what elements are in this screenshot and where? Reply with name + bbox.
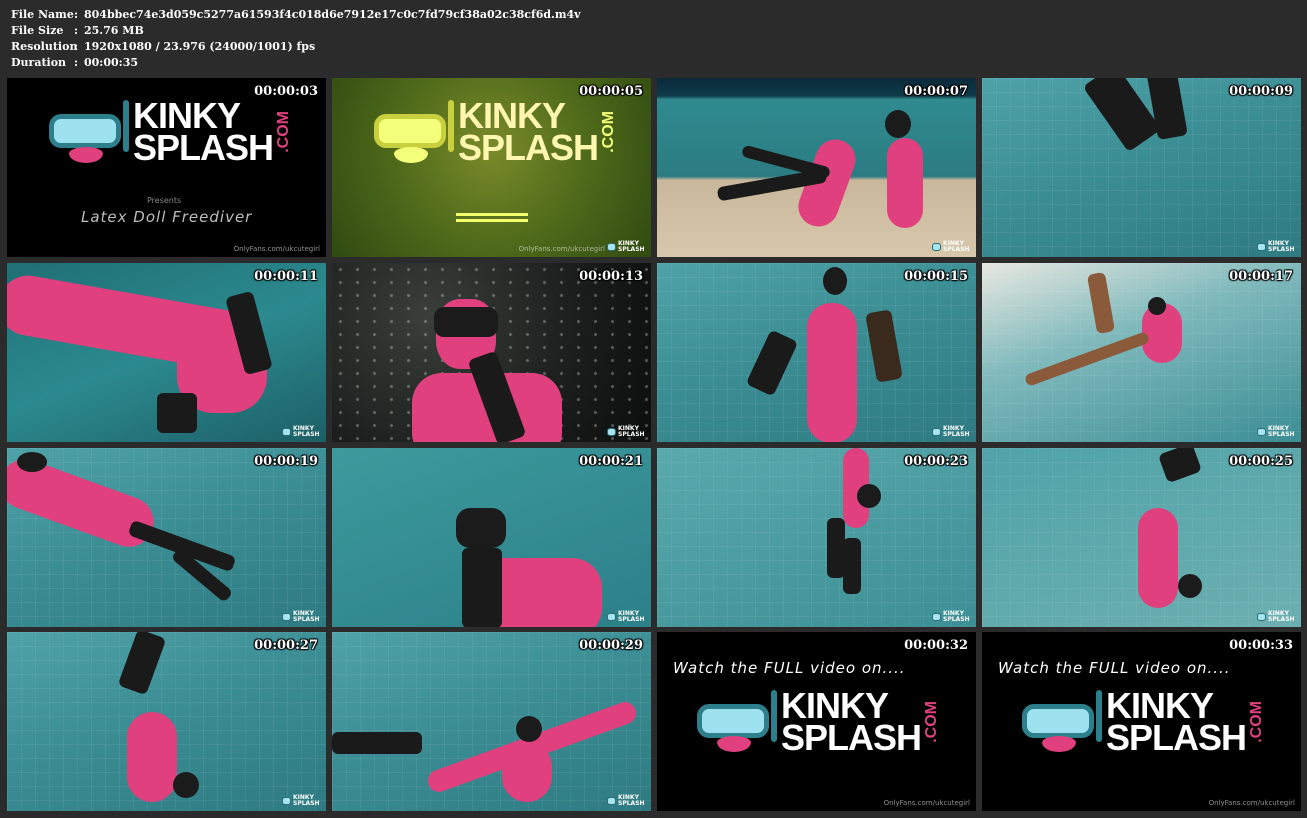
thumbnail[interactable]: KINKY SPLASH .COM Presents Latex Doll Fr… xyxy=(7,78,326,257)
timestamp: 00:00:32 xyxy=(904,638,968,653)
file-name-key: File Name xyxy=(11,8,74,21)
thumbnail[interactable]: KINKY SPLASH 00:00:15 xyxy=(657,263,976,442)
file-name-row: File Name : 804bbec74e3d059c5277a61593f4… xyxy=(11,7,581,23)
separator: : xyxy=(74,40,79,53)
corner-logo: KINKY SPLASH xyxy=(282,610,322,624)
corner-logo: KINKY SPLASH xyxy=(1257,610,1297,624)
file-size-key: File Size xyxy=(11,24,64,37)
logo-suffix: .COM xyxy=(600,111,618,153)
corner-logo: KINKY SPLASH xyxy=(932,240,972,254)
timestamp: 00:00:07 xyxy=(904,84,968,99)
thumbnail[interactable]: KINKY SPLASH 00:00:27 xyxy=(7,632,326,811)
thumbnail[interactable]: KINKY SPLASH 00:00:23 xyxy=(657,448,976,627)
watermark: OnlyFans.com/ukcutegirl xyxy=(883,799,970,807)
corner-logo: KINKY SPLASH xyxy=(282,425,322,439)
separator: : xyxy=(74,56,79,69)
separator: : xyxy=(74,8,79,21)
thumbnail[interactable]: KINKY SPLASH 00:00:17 xyxy=(982,263,1301,442)
thumbnail[interactable]: Watch the FULL video on.... KINKY SPLASH… xyxy=(982,632,1301,811)
timestamp: 00:00:17 xyxy=(1229,269,1293,284)
timestamp: 00:00:15 xyxy=(904,269,968,284)
cta-text: Watch the FULL video on.... xyxy=(998,659,1231,677)
resolution-value: 1920x1080 / 23.976 (24000/1001) fps xyxy=(84,40,316,53)
dive-mask-icon xyxy=(374,100,454,152)
corner-logo: KINKY SPLASH xyxy=(607,610,647,624)
duration-row: Duration : 00:00:35 xyxy=(11,55,581,71)
corner-logo: KINKY SPLASH xyxy=(607,240,647,254)
logo-line2: SPLASH xyxy=(781,717,922,758)
video-subtitle: Latex Doll Freediver xyxy=(81,208,253,226)
timestamp: 00:00:25 xyxy=(1229,454,1293,469)
file-info-panel: File Name : 804bbec74e3d059c5277a61593f4… xyxy=(11,7,581,71)
corner-logo: KINKY SPLASH xyxy=(1257,240,1297,254)
timestamp: 00:00:33 xyxy=(1229,638,1293,653)
file-size-value: 25.76 MB xyxy=(84,24,144,37)
resolution-row: Resolution : 1920x1080 / 23.976 (24000/1… xyxy=(11,39,581,55)
logo-line2: SPLASH xyxy=(458,127,599,168)
dive-mask-icon xyxy=(49,100,129,152)
thumbnail[interactable]: KINKY SPLASH 00:00:25 xyxy=(982,448,1301,627)
logo-suffix: .COM xyxy=(1248,701,1266,743)
thumbnail[interactable]: KINKY SPLASH 00:00:29 xyxy=(332,632,651,811)
thumbnail-grid: KINKY SPLASH .COM Presents Latex Doll Fr… xyxy=(7,78,1301,811)
watermark: OnlyFans.com/ukcutegirl xyxy=(518,245,605,253)
timestamp: 00:00:09 xyxy=(1229,84,1293,99)
logo-line2: SPLASH xyxy=(133,127,274,168)
separator: : xyxy=(74,24,79,37)
timestamp: 00:00:11 xyxy=(254,269,318,284)
thumbnail[interactable]: KINKY SPLASH 00:00:21 xyxy=(332,448,651,627)
duration-value: 00:00:35 xyxy=(84,56,139,69)
presents-text: Presents xyxy=(147,196,182,205)
corner-logo: KINKY SPLASH xyxy=(1257,425,1297,439)
watermark: OnlyFans.com/ukcutegirl xyxy=(233,245,320,253)
file-name-value: 804bbec74e3d059c5277a61593f4c018d6e7912e… xyxy=(84,8,581,21)
timestamp: 00:00:21 xyxy=(579,454,643,469)
corner-logo: KINKY SPLASH xyxy=(607,794,647,808)
logo-line2: SPLASH xyxy=(1106,717,1247,758)
logo-suffix: .COM xyxy=(923,701,941,743)
thumbnail[interactable]: KINKY SPLASH 00:00:13 xyxy=(332,263,651,442)
thumbnail[interactable]: KINKY SPLASH 00:00:07 xyxy=(657,78,976,257)
timestamp: 00:00:27 xyxy=(254,638,318,653)
watermark: OnlyFans.com/ukcutegirl xyxy=(1208,799,1295,807)
corner-logo: KINKY SPLASH xyxy=(282,794,322,808)
logo-suffix: .COM xyxy=(275,111,293,153)
thumbnail[interactable]: Watch the FULL video on.... KINKY SPLASH… xyxy=(657,632,976,811)
timestamp: 00:00:13 xyxy=(579,269,643,284)
timestamp: 00:00:03 xyxy=(254,84,318,99)
corner-logo: KINKY SPLASH xyxy=(932,425,972,439)
resolution-key: Resolution xyxy=(11,40,78,53)
corner-logo: KINKY SPLASH xyxy=(607,425,647,439)
timestamp: 00:00:23 xyxy=(904,454,968,469)
thumbnail[interactable]: KINKY SPLASH 00:00:11 xyxy=(7,263,326,442)
thumbnail[interactable]: KINKY SPLASH .COM OnlyFans.com/ukcutegir… xyxy=(332,78,651,257)
cta-text: Watch the FULL video on.... xyxy=(673,659,906,677)
thumbnail[interactable]: KINKY SPLASH 00:00:19 xyxy=(7,448,326,627)
file-size-row: File Size : 25.76 MB xyxy=(11,23,581,39)
loading-bar xyxy=(456,213,528,222)
duration-key: Duration xyxy=(11,56,67,69)
timestamp: 00:00:19 xyxy=(254,454,318,469)
timestamp: 00:00:29 xyxy=(579,638,643,653)
thumbnail[interactable]: KINKY SPLASH 00:00:09 xyxy=(982,78,1301,257)
corner-logo: KINKY SPLASH xyxy=(932,610,972,624)
timestamp: 00:00:05 xyxy=(579,84,643,99)
